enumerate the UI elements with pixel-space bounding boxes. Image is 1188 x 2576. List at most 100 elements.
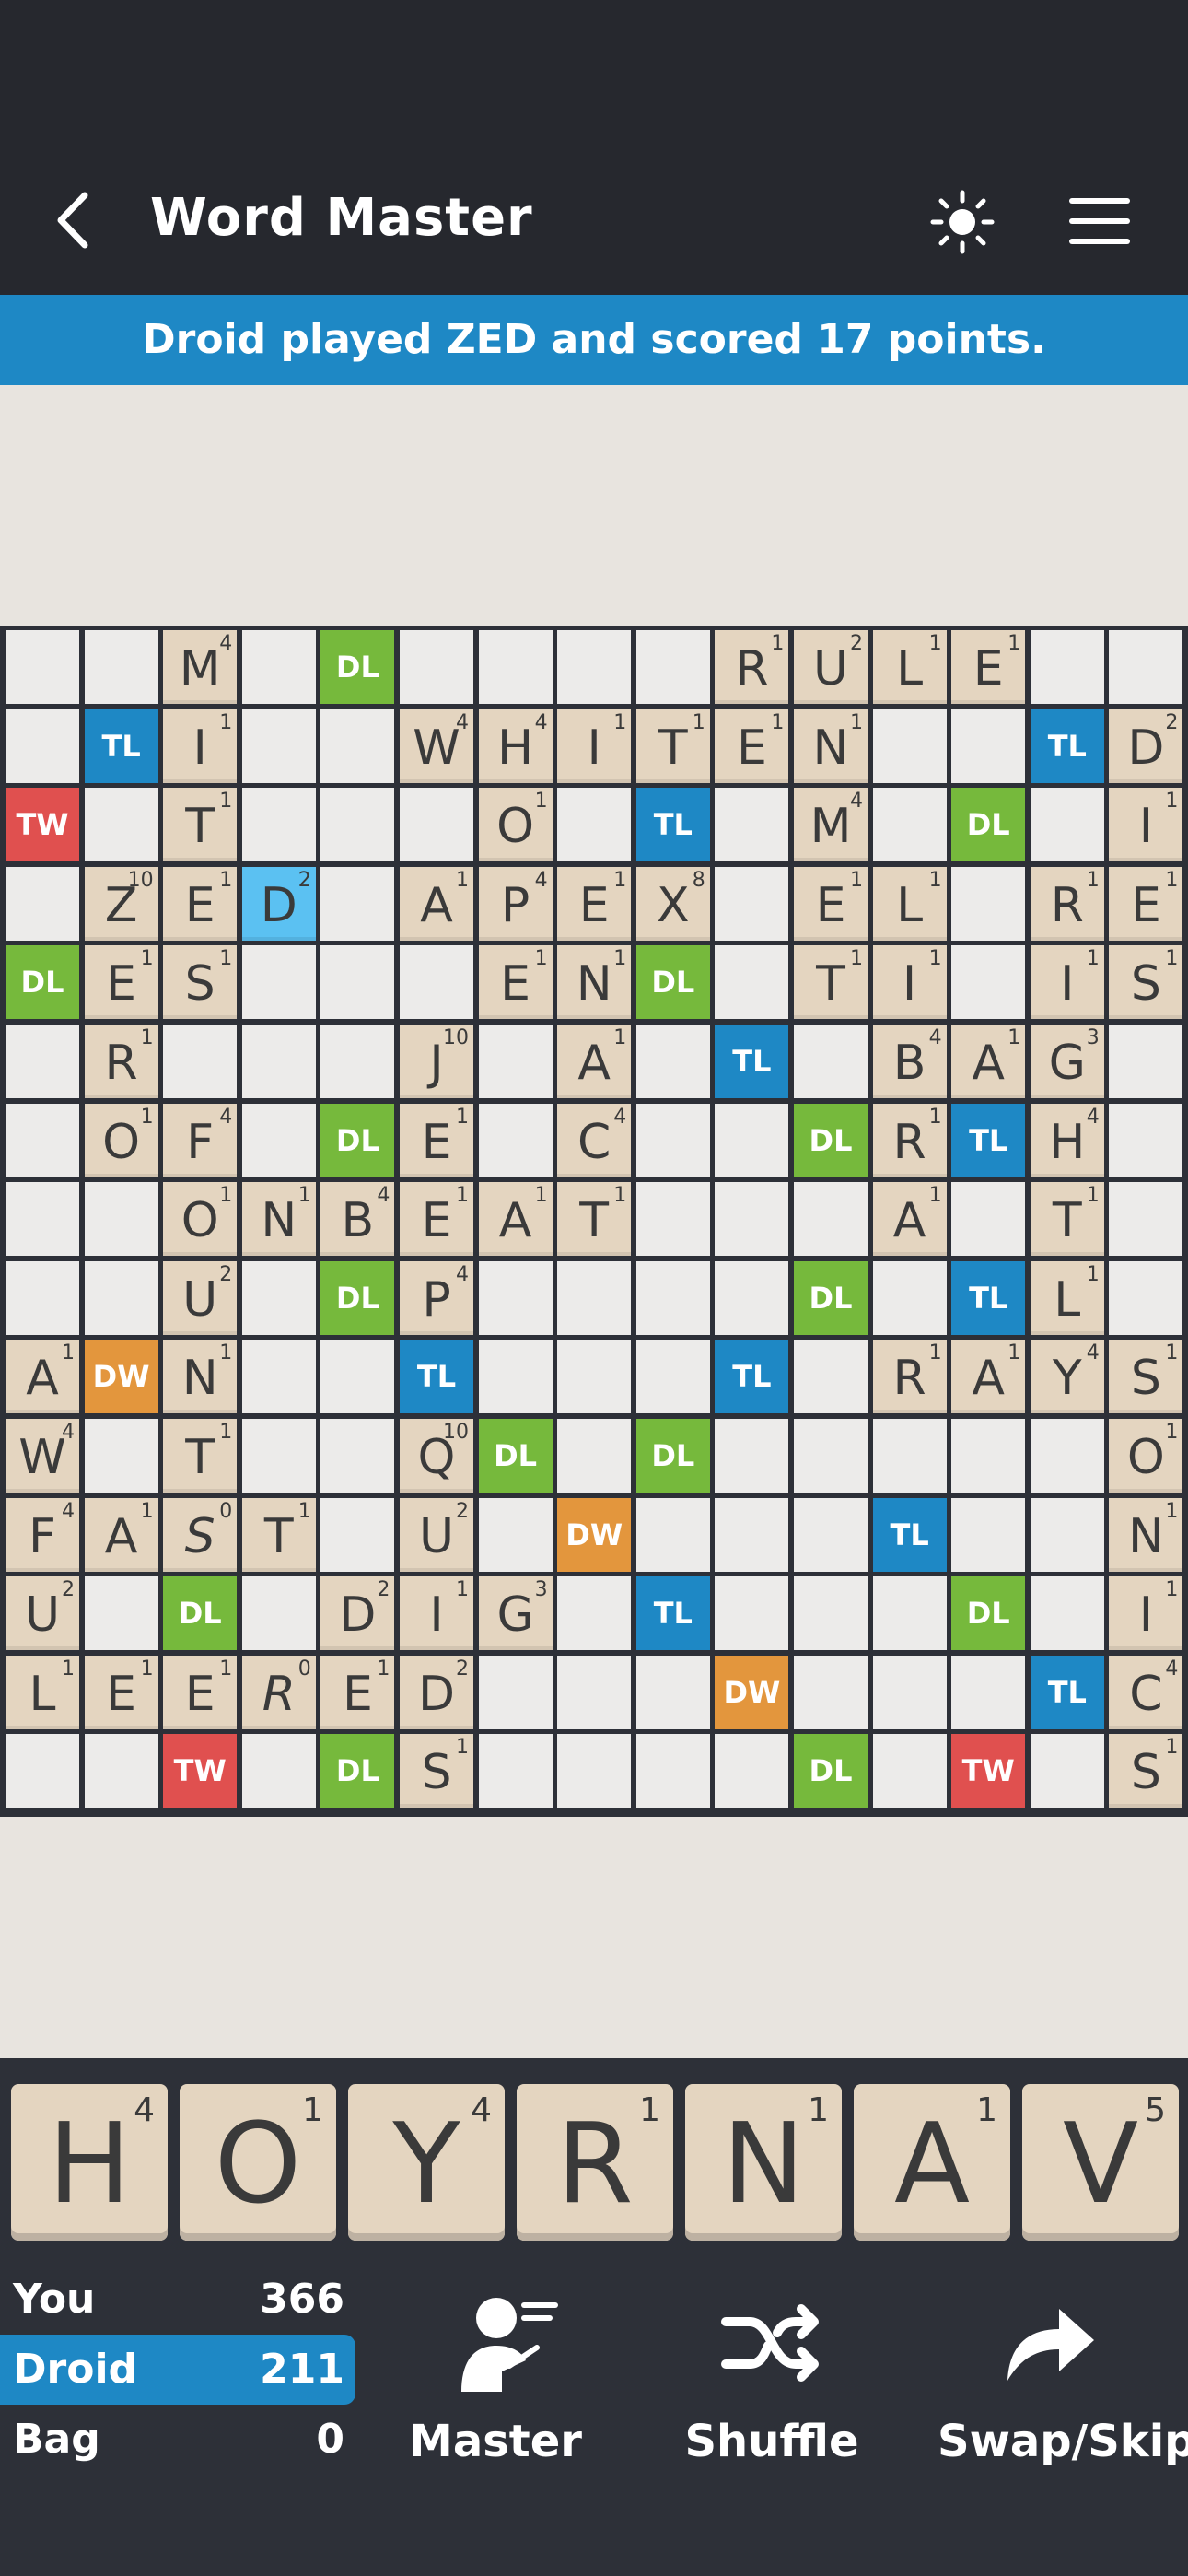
board-tile[interactable]: S1: [1109, 945, 1183, 1020]
board-tile[interactable]: U2: [163, 1260, 238, 1335]
board-cell-empty[interactable]: [320, 1497, 395, 1572]
back-chevron-icon[interactable]: [53, 192, 90, 249]
board-cell-empty[interactable]: [951, 708, 1026, 783]
board-cell-tw[interactable]: TW: [6, 788, 79, 862]
rack-tile[interactable]: R1: [517, 2084, 673, 2241]
board-cell-empty[interactable]: [241, 1260, 316, 1335]
board-cell-empty[interactable]: [241, 788, 316, 862]
board-cell-tw[interactable]: TW: [163, 1734, 238, 1809]
swap-skip-button[interactable]: Swap/Skip: [938, 2292, 1188, 2476]
board-tile[interactable]: D2: [400, 1655, 473, 1729]
board-cell-empty[interactable]: [320, 1025, 395, 1098]
board-tile-last-played[interactable]: D2: [241, 866, 316, 941]
board-cell-dl[interactable]: DL: [478, 1419, 553, 1493]
board-cell-empty[interactable]: [635, 1103, 710, 1177]
board-cell-empty[interactable]: [635, 1734, 710, 1809]
board-cell-empty[interactable]: [794, 1182, 868, 1257]
board-cell-empty[interactable]: [635, 1340, 710, 1414]
board-cell-empty[interactable]: [478, 1655, 553, 1729]
board-tile[interactable]: G3: [1030, 1025, 1104, 1098]
board-cell-empty[interactable]: [241, 630, 316, 704]
board-cell-empty[interactable]: [1109, 630, 1183, 704]
board-cell-dl[interactable]: DL: [794, 1103, 868, 1177]
board-cell-empty[interactable]: [951, 945, 1026, 1020]
board-cell-empty[interactable]: [1109, 1103, 1183, 1177]
board-tile[interactable]: Q 10: [400, 1419, 473, 1493]
board-cell-empty[interactable]: [794, 1340, 868, 1414]
board-cell-dl[interactable]: DL: [635, 945, 710, 1020]
board-cell-empty[interactable]: [84, 1734, 158, 1809]
board-cell-empty[interactable]: [715, 788, 789, 862]
board-tile[interactable]: N1: [241, 1182, 316, 1257]
board-cell-tl[interactable]: TL: [84, 708, 158, 783]
board-tile[interactable]: I1: [557, 708, 632, 783]
board-tile[interactable]: N1: [794, 708, 868, 783]
board-cell-tl[interactable]: TL: [635, 1576, 710, 1651]
board-tile[interactable]: T1: [557, 1182, 632, 1257]
board-cell-empty[interactable]: [715, 1260, 789, 1335]
board-cell-empty[interactable]: [715, 1734, 789, 1809]
board-cell-empty[interactable]: [320, 945, 395, 1020]
board-tile[interactable]: O1: [478, 788, 553, 862]
rack-tile[interactable]: N1: [685, 2084, 842, 2241]
board-tile[interactable]: S1: [400, 1734, 473, 1809]
board-tile[interactable]: E1: [163, 1655, 238, 1729]
board-tile[interactable]: T1: [163, 1419, 238, 1493]
board-tile[interactable]: I1: [1109, 1576, 1183, 1651]
board-tile[interactable]: M4: [794, 788, 868, 862]
board-tile[interactable]: E1: [320, 1655, 395, 1729]
board-tile[interactable]: S0: [163, 1497, 238, 1572]
board-cell-empty[interactable]: [241, 1340, 316, 1414]
board-tile[interactable]: B4: [320, 1182, 395, 1257]
board-tile[interactable]: H4: [478, 708, 553, 783]
board-cell-empty[interactable]: [557, 630, 632, 704]
board-tile[interactable]: E1: [400, 1182, 473, 1257]
board-cell-empty[interactable]: [872, 788, 947, 862]
board-cell-empty[interactable]: [400, 945, 473, 1020]
board-cell-tl[interactable]: TL: [951, 1103, 1026, 1177]
board-cell-tl[interactable]: TL: [400, 1340, 473, 1414]
board-cell-empty[interactable]: [951, 1419, 1026, 1493]
board-cell-empty[interactable]: [6, 1025, 79, 1098]
board-cell-empty[interactable]: [6, 1182, 79, 1257]
board-tile[interactable]: E1: [84, 1655, 158, 1729]
board-tile[interactable]: G3: [478, 1576, 553, 1651]
board-cell-empty[interactable]: [557, 1655, 632, 1729]
board-cell-dw[interactable]: DW: [84, 1340, 158, 1414]
board-cell-empty[interactable]: [6, 1103, 79, 1177]
board-cell-empty[interactable]: [951, 866, 1026, 941]
board-cell-empty[interactable]: [872, 1734, 947, 1809]
board-tile[interactable]: U2: [6, 1576, 79, 1651]
board-tile[interactable]: R1: [1030, 866, 1104, 941]
board-tile[interactable]: C4: [1109, 1655, 1183, 1729]
board-cell-dl[interactable]: DL: [951, 788, 1026, 862]
board-cell-dl[interactable]: DL: [6, 945, 79, 1020]
board-cell-empty[interactable]: [635, 1025, 710, 1098]
board-tile[interactable]: F4: [6, 1497, 79, 1572]
board-tile[interactable]: D2: [320, 1576, 395, 1651]
board-tile[interactable]: A1: [478, 1182, 553, 1257]
board-tile[interactable]: E1: [400, 1103, 473, 1177]
board-tile[interactable]: E1: [794, 866, 868, 941]
board-cell-empty[interactable]: [1109, 1025, 1183, 1098]
board-tile[interactable]: H4: [1030, 1103, 1104, 1177]
board-cell-empty[interactable]: [241, 1576, 316, 1651]
board-cell-empty[interactable]: [557, 1576, 632, 1651]
board-cell-empty[interactable]: [320, 866, 395, 941]
board-cell-empty[interactable]: [241, 1734, 316, 1809]
board-cell-tl[interactable]: TL: [951, 1260, 1026, 1335]
board-cell-tl[interactable]: TL: [715, 1340, 789, 1414]
board-cell-empty[interactable]: [635, 630, 710, 704]
board-cell-empty[interactable]: [6, 866, 79, 941]
board-cell-empty[interactable]: [715, 1419, 789, 1493]
board-cell-empty[interactable]: [635, 1260, 710, 1335]
board-tile[interactable]: O1: [1109, 1419, 1183, 1493]
board-tile[interactable]: A1: [951, 1340, 1026, 1414]
board-cell-empty[interactable]: [320, 1340, 395, 1414]
board-cell-empty[interactable]: [872, 1419, 947, 1493]
board-tile[interactable]: E1: [163, 866, 238, 941]
board-cell-empty[interactable]: [872, 1576, 947, 1651]
board-cell-empty[interactable]: [1030, 1734, 1104, 1809]
board-tile[interactable]: S1: [163, 945, 238, 1020]
theme-sun-icon[interactable]: [930, 190, 995, 254]
